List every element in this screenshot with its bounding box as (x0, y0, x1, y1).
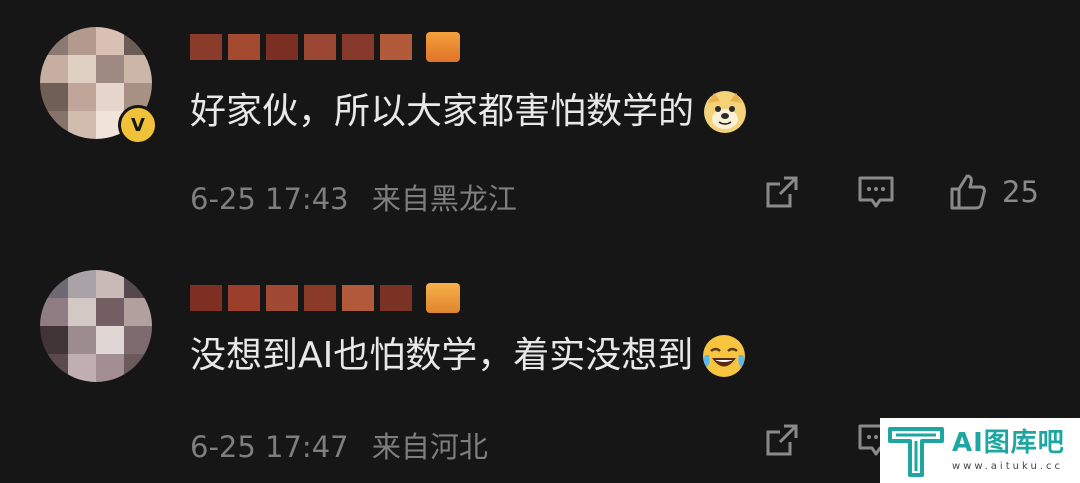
avatar-pixel (96, 55, 125, 84)
avatar-pixel (124, 270, 152, 299)
level-badge-icon (426, 283, 460, 313)
avatar-pixel (124, 55, 152, 84)
avatar-pixel (68, 326, 97, 355)
avatar-pixel (68, 354, 97, 382)
share-button[interactable] (762, 420, 802, 460)
avatar-pixel (40, 27, 69, 56)
avatar-pixel (40, 83, 69, 112)
thumbs-up-icon (950, 174, 986, 210)
comment-text: 没想到AI也怕数学，着实没想到 (190, 332, 747, 380)
avatar-pixel (124, 326, 152, 355)
avatar-pixel (68, 298, 97, 327)
avatar-pixel (96, 354, 125, 382)
avatar-pixel (96, 270, 125, 299)
share-button[interactable] (762, 172, 802, 212)
avatar[interactable] (40, 270, 152, 382)
comment-icon (858, 176, 894, 208)
share-icon (766, 424, 798, 456)
avatar-pixel (124, 27, 152, 56)
avatar-pixel (40, 270, 69, 299)
comment-time: 6-25 17:47 (190, 430, 349, 464)
avatar-pixel (124, 354, 152, 382)
comment-list: V 好家伙，所以大家都害怕数学的 6-25 17:43 来自黑龙江 25 没想到… (0, 0, 1080, 483)
avatar-pixel (96, 83, 125, 112)
avatar-pixel (40, 354, 69, 382)
comment-meta: 6-25 17:47 来自河北 (190, 424, 502, 466)
comment-location: 来自黑龙江 (371, 182, 517, 216)
like-count: 25 (1002, 175, 1039, 209)
like-button[interactable]: 25 (948, 172, 1039, 212)
comment-time: 6-25 17:43 (190, 182, 349, 216)
avatar-pixel (40, 326, 69, 355)
avatar-pixel (40, 55, 69, 84)
aituku-logo-icon (888, 426, 944, 477)
comment-item: V 好家伙，所以大家都害怕数学的 6-25 17:43 来自黑龙江 25 (0, 0, 1080, 238)
avatar-pixel (68, 27, 97, 56)
avatar-pixel (96, 326, 125, 355)
avatar-pixel (68, 55, 97, 84)
avatar-pixel (124, 298, 152, 327)
avatar-pixel (40, 298, 69, 327)
avatar-pixel (40, 111, 69, 139)
avatar-image (40, 270, 152, 382)
avatar-pixel (68, 270, 97, 299)
username-blurred[interactable] (190, 283, 460, 313)
username-blurred[interactable] (190, 32, 460, 62)
comment-location: 来自河北 (371, 430, 488, 464)
comment-text: 好家伙，所以大家都害怕数学的 (190, 88, 748, 136)
doge-emoji-icon (704, 91, 747, 133)
verified-badge-icon: V (118, 105, 158, 145)
share-icon (766, 176, 798, 208)
watermark-title: AI图库吧 (952, 427, 1065, 458)
avatar-pixel (68, 111, 97, 139)
avatar-pixel (96, 27, 125, 56)
watermark: AI图库吧 www.aituku.cc (880, 418, 1080, 483)
avatar-pixel (96, 298, 125, 327)
comment-meta: 6-25 17:43 来自黑龙江 (190, 176, 531, 218)
laugh-cry-emoji-icon (703, 335, 746, 377)
level-badge-icon (426, 32, 460, 62)
watermark-url: www.aituku.cc (952, 460, 1063, 472)
reply-button[interactable] (856, 172, 896, 212)
avatar-pixel (68, 83, 97, 112)
